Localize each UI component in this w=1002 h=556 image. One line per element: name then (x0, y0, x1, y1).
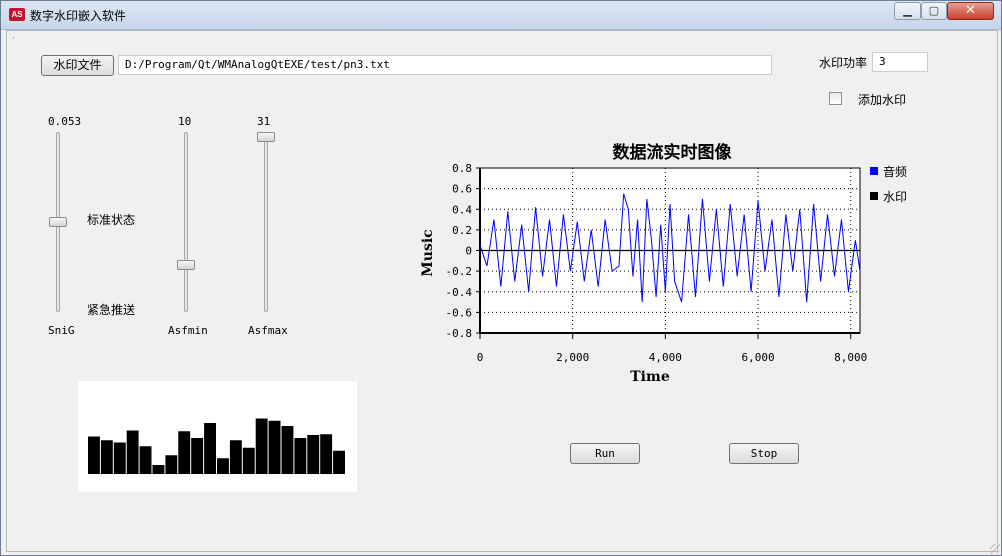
mini-bar (204, 423, 216, 474)
mini-bar (307, 435, 320, 474)
standard-state-label: 标准状态 (87, 213, 136, 227)
mini-bar (281, 426, 294, 474)
asfmax-slider-track[interactable] (264, 132, 268, 312)
asfmin-slider-handle[interactable] (177, 259, 195, 270)
asfmin-label: Asfmin (168, 324, 208, 337)
mini-bar (191, 438, 204, 474)
add-watermark-checkbox[interactable] (829, 92, 842, 105)
app-icon: AS (9, 8, 25, 21)
mini-bar (268, 420, 281, 474)
watermark-file-button[interactable]: 水印文件 (41, 55, 114, 76)
maximize-icon: ▢ (928, 4, 940, 17)
mini-bar (178, 431, 191, 474)
y-tick-label: 0.6 (452, 183, 472, 196)
close-icon: ✕ (965, 3, 976, 18)
y-tick-label: -0.8 (446, 327, 473, 340)
legend-label-watermark: 水印 (883, 190, 907, 204)
y-tick-label: 0.4 (452, 203, 472, 216)
legend-swatch-watermark (870, 192, 878, 200)
add-watermark-label: 添加水印 (858, 93, 907, 107)
x-tick-label: 2,000 (556, 351, 589, 364)
y-tick-label: 0 (465, 245, 472, 258)
y-tick-label: -0.6 (446, 306, 473, 319)
maximize-button[interactable]: ▢ (921, 2, 947, 20)
x-tick-label: 4,000 (649, 351, 682, 364)
y-tick-label: 0.8 (452, 162, 472, 175)
chart-title: 数据流实时图像 (613, 142, 733, 163)
mini-bar (229, 440, 242, 474)
stop-button[interactable]: Stop (729, 443, 799, 464)
power-input[interactable]: 3 (872, 52, 928, 72)
asfmax-slider-handle[interactable] (257, 132, 275, 142)
watermark-bar-svg (88, 418, 345, 474)
run-button[interactable]: Run (570, 443, 640, 464)
legend-swatch-audio (870, 167, 878, 175)
power-label: 水印功率 (819, 56, 868, 70)
legend-label-audio: 音频 (883, 164, 907, 179)
watermark-bar-display (78, 381, 357, 492)
y-tick-label: 0.2 (452, 224, 472, 237)
chart-ylabel: Music (420, 229, 436, 276)
snig-value: 0.053 (48, 115, 82, 128)
asfmax-value: 31 (257, 115, 271, 128)
minimize-icon: ▁ (903, 4, 912, 17)
window-title: 数字水印嵌入软件 (30, 9, 127, 23)
asfmin-value: 10 (178, 115, 192, 128)
mini-bar (88, 436, 100, 474)
resize-grip[interactable] (990, 544, 1000, 554)
x-tick-label: 6,000 (741, 351, 774, 364)
file-path-field[interactable]: D:/Program/Qt/WMAnalogQtEXE/test/pn3.txt (118, 55, 772, 75)
asfmin-slider-track[interactable] (184, 132, 188, 312)
y-tick-label: -0.2 (446, 265, 473, 278)
mini-bar (139, 446, 152, 474)
minimize-button[interactable]: ▁ (894, 2, 921, 20)
mini-bar (100, 440, 113, 474)
mini-bar (242, 447, 255, 474)
snig-slider-handle[interactable] (49, 217, 67, 227)
mini-bar (217, 458, 229, 474)
close-button[interactable]: ✕ (947, 2, 994, 20)
mini-bar (294, 438, 307, 474)
asfmax-label: Asfmax (248, 324, 288, 337)
mini-bar (255, 418, 268, 474)
chart-xlabel: Time (630, 369, 670, 385)
y-tick-label: -0.4 (446, 286, 473, 299)
menu-stub: · (12, 34, 15, 44)
mini-bar (320, 434, 333, 474)
mini-bar (165, 455, 178, 474)
realtime-chart: 数据流实时图像 Time Music 0.8 0.6 0.4 0.2 0 -0.2 -0.4… (420, 142, 907, 385)
mini-bar (113, 442, 126, 474)
snig-label: SniG (48, 324, 75, 337)
mini-bar (152, 465, 165, 474)
x-tick-label: 8,000 (834, 351, 867, 364)
mini-bar (333, 450, 345, 474)
title-bar[interactable]: AS 数字水印嵌入软件 ▁ ▢ ✕ (1, 1, 1001, 30)
urgent-push-label: 紧急推送 (87, 303, 136, 317)
x-tick-label: 0 (477, 351, 484, 364)
mini-bar (126, 430, 139, 474)
